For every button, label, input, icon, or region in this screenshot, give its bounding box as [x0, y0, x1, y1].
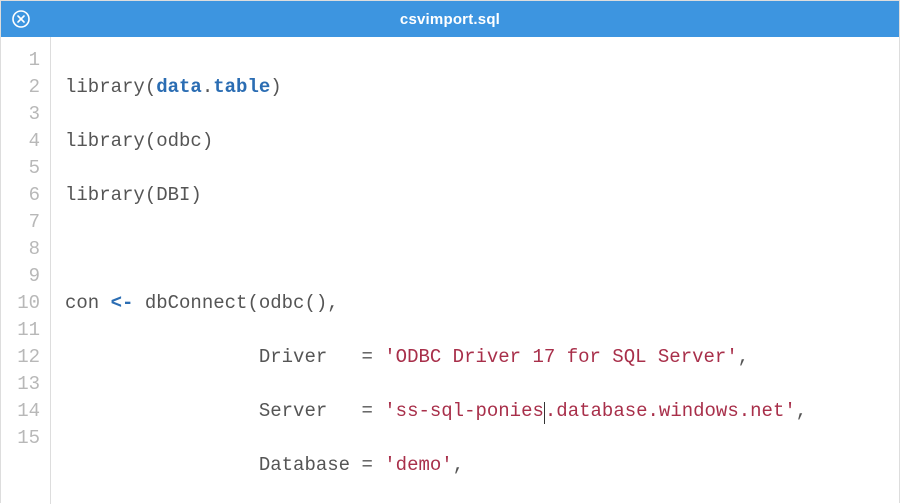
close-icon — [12, 10, 30, 28]
code-line[interactable]: library(data.table) — [65, 74, 829, 101]
code-line[interactable]: library(DBI) — [65, 182, 829, 209]
line-number: 1 — [1, 47, 40, 74]
line-number: 8 — [1, 236, 40, 263]
code-line[interactable]: Server = 'ss-sql-ponies.database.windows… — [65, 398, 829, 425]
line-number: 10 — [1, 290, 40, 317]
line-number: 14 — [1, 398, 40, 425]
code-line[interactable] — [65, 236, 829, 263]
line-number: 15 — [1, 425, 40, 452]
code-editor[interactable]: 1 2 3 4 5 6 7 8 9 10 11 12 13 14 15 libr… — [1, 37, 899, 504]
file-title: csvimport.sql — [400, 11, 500, 28]
line-number: 6 — [1, 182, 40, 209]
line-number: 5 — [1, 155, 40, 182]
title-bar: csvimport.sql — [1, 1, 899, 37]
line-number: 13 — [1, 371, 40, 398]
code-line[interactable]: Driver = 'ODBC Driver 17 for SQL Server'… — [65, 344, 829, 371]
line-number: 4 — [1, 128, 40, 155]
code-line[interactable]: con <- dbConnect(odbc(), — [65, 290, 829, 317]
code-line[interactable]: Database = 'demo', — [65, 452, 829, 479]
line-number: 2 — [1, 74, 40, 101]
line-number: 3 — [1, 101, 40, 128]
line-number-gutter: 1 2 3 4 5 6 7 8 9 10 11 12 13 14 15 — [1, 37, 51, 504]
close-button[interactable] — [11, 9, 31, 29]
line-number: 11 — [1, 317, 40, 344]
code-line[interactable]: library(odbc) — [65, 128, 829, 155]
line-number: 7 — [1, 209, 40, 236]
line-number: 12 — [1, 344, 40, 371]
line-number: 9 — [1, 263, 40, 290]
code-area[interactable]: library(data.table) library(odbc) librar… — [51, 37, 829, 504]
